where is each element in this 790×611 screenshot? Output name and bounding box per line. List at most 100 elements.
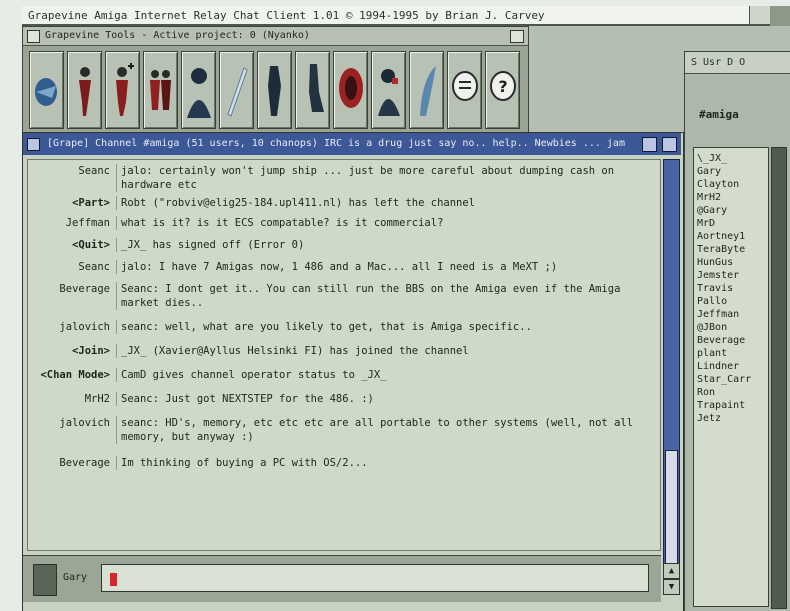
pen-icon xyxy=(227,67,248,117)
face-tool-button[interactable] xyxy=(333,51,368,129)
message-text: Robt ("robviv@elig25-184.upl411.nl) has … xyxy=(116,196,656,210)
tools-window-title-bar[interactable]: Grapevine Tools - Active project: 0 (Nya… xyxy=(23,27,528,46)
user-list-item[interactable]: Beverage xyxy=(697,334,765,347)
user-list-item[interactable]: Jetz xyxy=(697,412,765,425)
chat-bubble-icon xyxy=(452,71,478,101)
user-list-scrollbar[interactable] xyxy=(771,147,787,609)
user-status-indicator xyxy=(33,564,57,596)
chat-title: [Grape] Channel #amiga (51 users, 10 cha… xyxy=(47,138,625,149)
user-list-item[interactable]: MrD xyxy=(697,217,765,230)
user-list-item[interactable]: Clayton xyxy=(697,178,765,191)
user-list-item[interactable]: Gary xyxy=(697,165,765,178)
user-tool-button[interactable] xyxy=(67,51,102,129)
profile-tool-button[interactable] xyxy=(181,51,216,129)
message-nick: jalovich xyxy=(59,321,110,333)
message-text: _JX_ (Xavier@Ayllus Helsinki FI) has joi… xyxy=(116,344,656,358)
side-panel-window: S Usr D O #amiga \_JX_ Gary Clayton MrH2… xyxy=(684,51,790,611)
message-nick: Beverage xyxy=(59,457,110,469)
toolbar: ? xyxy=(29,51,520,131)
leg-icon xyxy=(309,64,324,112)
message-text: CamD gives channel operator status to _J… xyxy=(116,368,656,382)
user-list-item[interactable]: Star_Carr xyxy=(697,373,765,386)
current-user-label: Gary xyxy=(63,572,88,583)
help-icon: ? xyxy=(490,71,516,101)
chat-title-bar[interactable]: [Grape] Channel #amiga (51 users, 10 cha… xyxy=(23,133,681,155)
side-panel-header[interactable]: S Usr D O xyxy=(685,52,790,74)
user-list[interactable]: \_JX_ Gary Clayton MrH2 @Gary MrD Aortne… xyxy=(693,147,769,607)
screen-depth-gadget[interactable] xyxy=(749,6,770,24)
user-list-item[interactable]: Jeffman xyxy=(697,308,765,321)
svg-text:?: ? xyxy=(498,77,507,96)
help-tool-button[interactable]: ? xyxy=(485,51,520,129)
user-list-item[interactable]: Ron xyxy=(697,386,765,399)
feather-tool-button[interactable] xyxy=(409,51,444,129)
scroll-up-arrow-icon[interactable]: ▲ xyxy=(663,563,680,579)
person-tool-button[interactable] xyxy=(257,51,292,129)
user-add-tool-button[interactable] xyxy=(105,51,140,129)
user-list-item[interactable]: Aortney1 xyxy=(697,230,765,243)
user-list-item[interactable]: Jemster xyxy=(697,269,765,282)
message-row: Seanc jalo: certainly won't jump ship ..… xyxy=(28,164,660,192)
leg-tool-button[interactable] xyxy=(295,51,330,129)
tools-window-title: Grapevine Tools - Active project: 0 (Nya… xyxy=(45,30,310,41)
desktop-screen: Grapevine Amiga Internet Relay Chat Clie… xyxy=(22,6,790,611)
message-nick: <Chan Mode> xyxy=(40,369,110,381)
connect-icon xyxy=(35,78,57,106)
user-list-item[interactable]: @JBon xyxy=(697,321,765,334)
message-text: what is it? is it ECS compatable? is it … xyxy=(116,216,656,230)
message-text: Seanc: Just got NEXTSTEP for the 486. :) xyxy=(116,392,656,406)
group-tool-button[interactable] xyxy=(143,51,178,129)
message-text: Im thinking of buying a PC with OS/2... xyxy=(116,456,656,470)
chat-window: [Grape] Channel #amiga (51 users, 10 cha… xyxy=(22,132,684,611)
chat-close-gadget[interactable] xyxy=(27,138,40,151)
connect-tool-button[interactable] xyxy=(29,51,64,129)
user-list-item[interactable]: Lindner xyxy=(697,360,765,373)
user-list-item[interactable]: HunGus xyxy=(697,256,765,269)
operator-tool-button[interactable] xyxy=(371,51,406,129)
message-nick: <Join> xyxy=(72,345,110,357)
chat-tool-button[interactable] xyxy=(447,51,482,129)
message-nick: <Part> xyxy=(72,197,110,209)
message-nick: MrH2 xyxy=(84,393,110,405)
tools-depth-gadget[interactable] xyxy=(510,30,524,43)
user-icon xyxy=(79,67,91,116)
message-nick: Seanc xyxy=(78,261,110,273)
user-list-item[interactable]: Pallo xyxy=(697,295,765,308)
pen-tool-button[interactable] xyxy=(219,51,254,129)
app-title-bar: Grapevine Amiga Internet Relay Chat Clie… xyxy=(22,6,770,26)
user-list-item[interactable]: @Gary xyxy=(697,204,765,217)
message-log-scrollbar[interactable] xyxy=(663,159,680,581)
app-title: Grapevine Amiga Internet Relay Chat Clie… xyxy=(28,9,545,22)
user-list-item[interactable]: Travis xyxy=(697,282,765,295)
message-text: _JX_ has signed off (Error 0) xyxy=(116,238,656,252)
message-nick: Beverage xyxy=(59,283,110,295)
chat-depth-gadget[interactable] xyxy=(662,137,677,152)
user-list-item[interactable]: TeraByte xyxy=(697,243,765,256)
text-cursor xyxy=(110,572,117,586)
message-input[interactable] xyxy=(101,564,649,592)
message-nick: <Quit> xyxy=(72,239,110,251)
operator-icon xyxy=(378,69,400,116)
message-nick: Seanc xyxy=(78,165,110,177)
message-text: seanc: well, what are you likely to get,… xyxy=(116,320,656,334)
feather-icon xyxy=(420,66,436,116)
user-add-icon xyxy=(116,63,134,116)
user-list-item[interactable]: Trapaint xyxy=(697,399,765,412)
message-text: jalo: certainly won't jump ship ... just… xyxy=(116,164,656,192)
message-nick: jalovich xyxy=(59,417,110,429)
user-list-item[interactable]: MrH2 xyxy=(697,191,765,204)
input-bar: Gary xyxy=(23,555,661,602)
profile-icon xyxy=(187,68,211,118)
face-red-icon xyxy=(339,68,363,108)
message-nick: Jeffman xyxy=(65,217,110,229)
tools-window: Grapevine Tools - Active project: 0 (Nya… xyxy=(22,26,529,138)
message-log[interactable]: Seanc jalo: certainly won't jump ship ..… xyxy=(27,159,661,551)
tools-close-gadget[interactable] xyxy=(27,30,40,43)
scrollbar-knob[interactable] xyxy=(665,450,678,570)
group-icon xyxy=(150,70,171,110)
scroll-down-arrow-icon[interactable]: ▼ xyxy=(663,579,680,595)
person-icon xyxy=(268,66,281,116)
user-list-item[interactable]: plant xyxy=(697,347,765,360)
chat-zoom-gadget[interactable] xyxy=(642,137,657,152)
user-list-item[interactable]: \_JX_ xyxy=(697,152,765,165)
